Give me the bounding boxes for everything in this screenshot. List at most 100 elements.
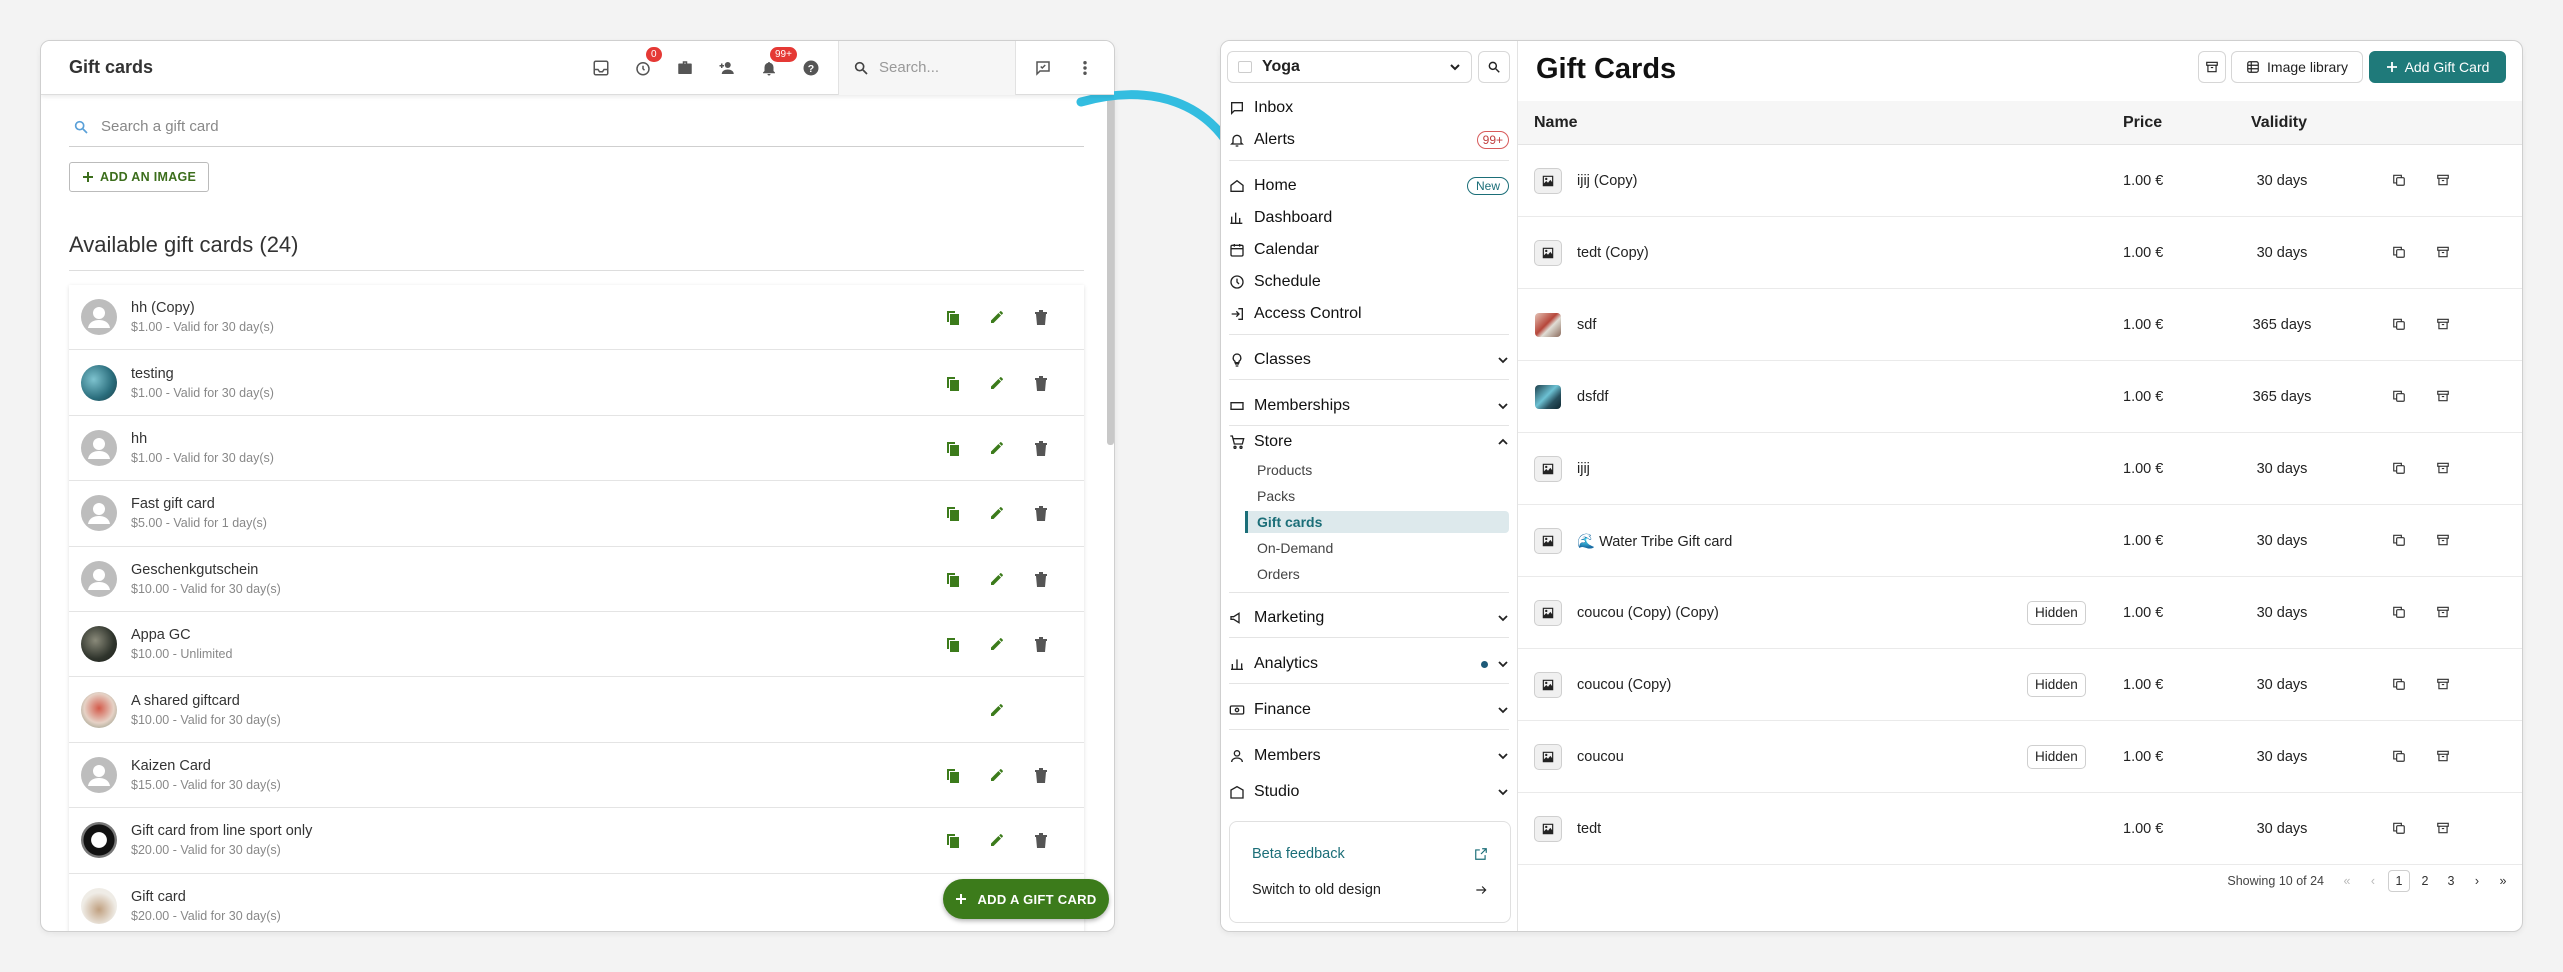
- edit-icon[interactable]: [982, 760, 1012, 790]
- list-item[interactable]: hh (Copy) $1.00 - Valid for 30 day(s): [69, 285, 1084, 351]
- nav-calendar[interactable]: Calendar: [1229, 236, 1509, 264]
- page-1[interactable]: 1: [2388, 870, 2410, 892]
- delete-icon[interactable]: [1026, 629, 1056, 659]
- delete-icon[interactable]: [1026, 498, 1056, 528]
- archive-icon[interactable]: [2436, 821, 2450, 835]
- duplicate-icon[interactable]: [2392, 533, 2406, 547]
- list-item[interactable]: Gift card from line sport only $20.00 - …: [69, 808, 1084, 874]
- list-item[interactable]: A shared giftcard $10.00 - Valid for 30 …: [69, 677, 1084, 743]
- add-giftcard-fab[interactable]: ADD A GIFT CARD: [943, 879, 1109, 919]
- table-row[interactable]: coucou (Copy) (Copy) Hidden 1.00 € 30 days: [1518, 577, 2522, 649]
- table-row[interactable]: ijij (Copy) 1.00 € 30 days: [1518, 145, 2522, 217]
- nav-store-packs[interactable]: Packs: [1245, 485, 1509, 507]
- edit-icon[interactable]: [982, 629, 1012, 659]
- copy-icon[interactable]: [938, 825, 968, 855]
- last-page-icon[interactable]: »: [2492, 870, 2514, 892]
- nav-memberships[interactable]: Memberships: [1229, 392, 1509, 420]
- column-validity[interactable]: Validity: [2251, 114, 2307, 132]
- table-row[interactable]: ijij 1.00 € 30 days: [1518, 433, 2522, 505]
- nav-access-control[interactable]: Access Control: [1229, 300, 1509, 328]
- list-item[interactable]: hh $1.00 - Valid for 30 day(s): [69, 416, 1084, 482]
- delete-icon[interactable]: [1026, 760, 1056, 790]
- list-item[interactable]: Appa GC $10.00 - Unlimited: [69, 612, 1084, 678]
- nav-store[interactable]: Store: [1229, 428, 1509, 456]
- add-person-icon[interactable]: [706, 41, 748, 95]
- list-item[interactable]: Kaizen Card $15.00 - Valid for 30 day(s): [69, 743, 1084, 809]
- timer-icon[interactable]: 0: [622, 41, 664, 95]
- feedback-icon[interactable]: [1022, 41, 1064, 95]
- nav-schedule[interactable]: Schedule: [1229, 268, 1509, 296]
- archive-icon[interactable]: [2436, 749, 2450, 763]
- copy-icon[interactable]: [938, 629, 968, 659]
- nav-studio[interactable]: Studio: [1229, 778, 1509, 806]
- edit-icon[interactable]: [982, 825, 1012, 855]
- duplicate-icon[interactable]: [2392, 605, 2406, 619]
- nav-members[interactable]: Members: [1229, 742, 1509, 770]
- page-3[interactable]: 3: [2440, 870, 2462, 892]
- copy-icon[interactable]: [938, 498, 968, 528]
- nav-store-on-demand[interactable]: On-Demand: [1245, 537, 1509, 559]
- nav-analytics[interactable]: Analytics: [1229, 650, 1509, 678]
- delete-icon[interactable]: [1026, 433, 1056, 463]
- delete-icon[interactable]: [1026, 368, 1056, 398]
- nav-store-gift-cards[interactable]: Gift cards: [1245, 511, 1509, 533]
- next-page-icon[interactable]: ›: [2466, 870, 2488, 892]
- edit-icon[interactable]: [982, 695, 1012, 725]
- giftcard-search-input[interactable]: Search a gift card: [69, 107, 1084, 147]
- archive-icon[interactable]: [2436, 605, 2450, 619]
- archive-icon[interactable]: [2436, 533, 2450, 547]
- column-price[interactable]: Price: [2123, 114, 2162, 132]
- edit-icon[interactable]: [982, 368, 1012, 398]
- studio-selector[interactable]: Yoga: [1227, 51, 1472, 83]
- archive-icon[interactable]: [2436, 245, 2450, 259]
- copy-icon[interactable]: [938, 760, 968, 790]
- table-row[interactable]: tedt (Copy) 1.00 € 30 days: [1518, 217, 2522, 289]
- briefcase-icon[interactable]: [664, 41, 706, 95]
- nav-store-orders[interactable]: Orders: [1245, 563, 1509, 585]
- archive-icon[interactable]: [2436, 173, 2450, 187]
- help-icon[interactable]: ?: [790, 41, 832, 95]
- nav-inbox[interactable]: Inbox: [1229, 94, 1509, 122]
- duplicate-icon[interactable]: [2392, 173, 2406, 187]
- inbox-icon[interactable]: [580, 41, 622, 95]
- archive-icon[interactable]: [2436, 461, 2450, 475]
- copy-icon[interactable]: [938, 564, 968, 594]
- nav-alerts[interactable]: Alerts 99+: [1229, 126, 1509, 154]
- column-name[interactable]: Name: [1534, 114, 1578, 132]
- edit-icon[interactable]: [982, 498, 1012, 528]
- image-library-button[interactable]: Image library: [2231, 51, 2363, 83]
- duplicate-icon[interactable]: [2392, 749, 2406, 763]
- duplicate-icon[interactable]: [2392, 245, 2406, 259]
- nav-dashboard[interactable]: Dashboard: [1229, 204, 1509, 232]
- list-item[interactable]: Gift card $20.00 - Valid for 30 day(s): [69, 874, 1084, 931]
- prev-page-icon[interactable]: ‹: [2362, 870, 2384, 892]
- duplicate-icon[interactable]: [2392, 389, 2406, 403]
- copy-icon[interactable]: [938, 433, 968, 463]
- list-item[interactable]: testing $1.00 - Valid for 30 day(s): [69, 350, 1084, 416]
- delete-icon[interactable]: [1026, 302, 1056, 332]
- table-row[interactable]: coucou Hidden 1.00 € 30 days: [1518, 721, 2522, 793]
- duplicate-icon[interactable]: [2392, 821, 2406, 835]
- table-row[interactable]: sdf 1.00 € 365 days: [1518, 289, 2522, 361]
- duplicate-icon[interactable]: [2392, 677, 2406, 691]
- nav-finance[interactable]: Finance: [1229, 696, 1509, 724]
- archive-icon[interactable]: [2436, 677, 2450, 691]
- global-search-input[interactable]: Search...: [838, 41, 1016, 95]
- switch-old-design-link[interactable]: Switch to old design: [1230, 872, 1510, 908]
- archive-button[interactable]: [2198, 51, 2226, 83]
- page-2[interactable]: 2: [2414, 870, 2436, 892]
- notifications-icon[interactable]: 99+: [748, 41, 797, 95]
- table-row[interactable]: tedt 1.00 € 30 days: [1518, 793, 2522, 865]
- edit-icon[interactable]: [982, 302, 1012, 332]
- edit-icon[interactable]: [982, 433, 1012, 463]
- nav-store-products[interactable]: Products: [1245, 459, 1509, 481]
- copy-icon[interactable]: [938, 368, 968, 398]
- delete-icon[interactable]: [1026, 825, 1056, 855]
- more-vert-icon[interactable]: [1064, 41, 1106, 95]
- duplicate-icon[interactable]: [2392, 461, 2406, 475]
- archive-icon[interactable]: [2436, 317, 2450, 331]
- sidebar-search-button[interactable]: [1478, 51, 1510, 83]
- list-item[interactable]: Fast gift card $5.00 - Valid for 1 day(s…: [69, 481, 1084, 547]
- table-row[interactable]: 🌊 Water Tribe Gift card 1.00 € 30 days: [1518, 505, 2522, 577]
- table-row[interactable]: dsfdf 1.00 € 365 days: [1518, 361, 2522, 433]
